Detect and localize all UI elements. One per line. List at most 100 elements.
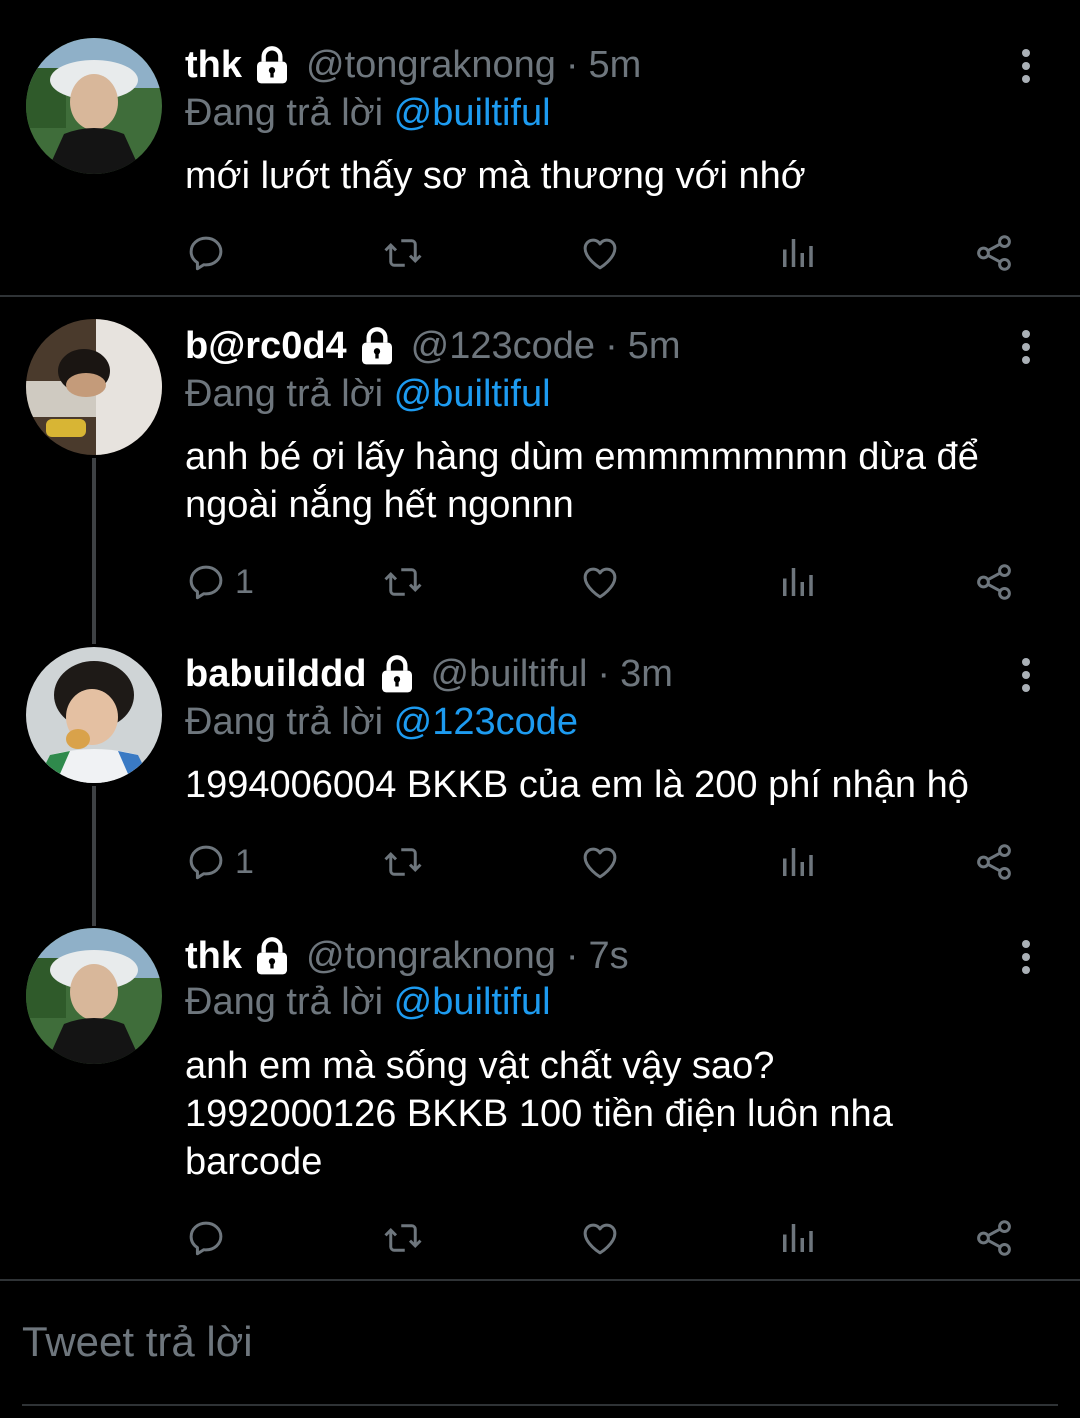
- views-icon: [776, 232, 818, 274]
- avatar[interactable]: [26, 38, 162, 174]
- tweet-text: 1994006004 BKKB của em là 200 phí nhận h…: [185, 761, 1045, 809]
- replying-to: Đang trả lời @123code: [185, 699, 578, 745]
- timestamp[interactable]: 5m: [628, 323, 681, 369]
- views-button[interactable]: [776, 837, 818, 887]
- tweet[interactable]: thk @tongraknong · 5m Đang trả lời @buil…: [0, 0, 1080, 294]
- views-icon: [776, 1217, 818, 1259]
- retweet-button[interactable]: [382, 837, 424, 887]
- views-icon: [776, 841, 818, 883]
- like-button[interactable]: [579, 837, 621, 887]
- heart-icon: [579, 561, 621, 603]
- share-button[interactable]: [973, 228, 1015, 278]
- handle[interactable]: @tongraknong: [306, 42, 556, 88]
- replying-to: Đang trả lời @builtiful: [185, 90, 551, 136]
- reply-button[interactable]: [185, 228, 235, 278]
- retweet-button[interactable]: [382, 557, 424, 607]
- share-button[interactable]: [973, 557, 1015, 607]
- tweet-text-line: ngoài nắng hết ngonnn: [185, 484, 574, 526]
- share-icon: [973, 841, 1015, 883]
- action-bar: 1: [185, 837, 1025, 887]
- separator-dot: ·: [565, 44, 579, 86]
- heart-icon: [579, 1217, 621, 1259]
- tweet[interactable]: b@rc0d4 @123code · 5m Đang trả lời @buil…: [0, 297, 1080, 627]
- tweet-text-line: anh bé ơi lấy hàng dùm emmmmmnmn dừa để: [185, 436, 979, 478]
- share-button[interactable]: [973, 837, 1015, 887]
- views-button[interactable]: [776, 228, 818, 278]
- reply-compose-input[interactable]: Tweet trả lời: [22, 1318, 253, 1366]
- share-icon: [973, 1217, 1015, 1259]
- replying-to: Đang trả lời @builtiful: [185, 371, 551, 417]
- retweet-button[interactable]: [382, 1213, 424, 1263]
- replying-label: Đang trả lời: [185, 701, 384, 743]
- display-name[interactable]: thk: [185, 42, 242, 88]
- like-button[interactable]: [579, 228, 621, 278]
- replying-label: Đang trả lời: [185, 373, 384, 415]
- divider: [0, 1279, 1080, 1281]
- reply-button[interactable]: 1: [185, 837, 254, 887]
- replying-mention[interactable]: @builtiful: [394, 981, 551, 1023]
- replying-mention[interactable]: @builtiful: [394, 373, 551, 415]
- timestamp[interactable]: 3m: [620, 651, 673, 697]
- retweet-button[interactable]: [382, 228, 424, 278]
- avatar[interactable]: [26, 647, 162, 783]
- separator-dot: ·: [565, 935, 579, 977]
- tweet-header: thk @tongraknong · 5m: [185, 42, 641, 88]
- more-vertical-icon[interactable]: [1010, 937, 1042, 977]
- share-icon: [973, 561, 1015, 603]
- more-vertical-icon[interactable]: [1010, 46, 1042, 86]
- replying-label: Đang trả lời: [185, 981, 384, 1023]
- like-button[interactable]: [579, 1213, 621, 1263]
- avatar[interactable]: [26, 319, 162, 455]
- timestamp[interactable]: 7s: [589, 933, 629, 979]
- tweet[interactable]: babuilddd @builtiful · 3m Đang trả lời @…: [0, 627, 1080, 915]
- tweet-text: anh bé ơi lấy hàng dùm emmmmmnmn dừa để …: [185, 433, 1045, 529]
- tweet-header: babuilddd @builtiful · 3m: [185, 651, 673, 697]
- reply-count: 1: [235, 842, 254, 881]
- reply-icon: [185, 561, 227, 603]
- timestamp[interactable]: 5m: [589, 42, 642, 88]
- retweet-icon: [382, 232, 424, 274]
- reply-icon: [185, 232, 227, 274]
- compose-underline: [22, 1404, 1058, 1406]
- separator-dot: ·: [605, 325, 618, 367]
- lock-icon: [377, 654, 417, 694]
- action-bar: 1: [185, 557, 1025, 607]
- avatar[interactable]: [26, 928, 162, 1064]
- reply-icon: [185, 1217, 227, 1259]
- lock-icon: [252, 45, 292, 85]
- tweet-text-line: anh em mà sống vật chất vậy sao?: [185, 1045, 775, 1087]
- tweet[interactable]: thk @tongraknong · 7s Đang trả lời @buil…: [0, 915, 1080, 1279]
- share-button[interactable]: [973, 1213, 1015, 1263]
- action-bar: [185, 228, 1025, 278]
- reply-button[interactable]: [185, 1213, 235, 1263]
- display-name[interactable]: b@rc0d4: [185, 323, 347, 369]
- tweet-text-line: 1994006004 BKKB của em là 200 phí nhận h…: [185, 764, 969, 806]
- replying-label: Đang trả lời: [185, 92, 384, 134]
- tweet-text-line: mới lướt thấy sơ mà thương với nhớ: [185, 155, 806, 197]
- replying-mention[interactable]: @builtiful: [394, 92, 551, 134]
- retweet-icon: [382, 841, 424, 883]
- views-button[interactable]: [776, 1213, 818, 1263]
- lock-icon: [357, 326, 397, 366]
- heart-icon: [579, 841, 621, 883]
- action-bar: [185, 1213, 1025, 1263]
- like-button[interactable]: [579, 557, 621, 607]
- more-vertical-icon[interactable]: [1010, 327, 1042, 367]
- reply-button[interactable]: 1: [185, 557, 254, 607]
- views-icon: [776, 561, 818, 603]
- reply-count: 1: [235, 562, 254, 601]
- more-vertical-icon[interactable]: [1010, 655, 1042, 695]
- display-name[interactable]: thk: [185, 933, 242, 979]
- lock-icon: [252, 936, 292, 976]
- tweet-text-line: 1992000126 BKKB 100 tiền điện luôn nha: [185, 1093, 893, 1135]
- replying-mention[interactable]: @123code: [394, 701, 578, 743]
- reply-icon: [185, 841, 227, 883]
- retweet-icon: [382, 1217, 424, 1259]
- handle[interactable]: @123code: [411, 323, 595, 369]
- handle[interactable]: @builtiful: [431, 651, 588, 697]
- tweet-text: anh em mà sống vật chất vậy sao? 1992000…: [185, 1042, 1045, 1186]
- handle[interactable]: @tongraknong: [306, 933, 556, 979]
- tweet-header: b@rc0d4 @123code · 5m: [185, 323, 681, 369]
- display-name[interactable]: babuilddd: [185, 651, 367, 697]
- views-button[interactable]: [776, 557, 818, 607]
